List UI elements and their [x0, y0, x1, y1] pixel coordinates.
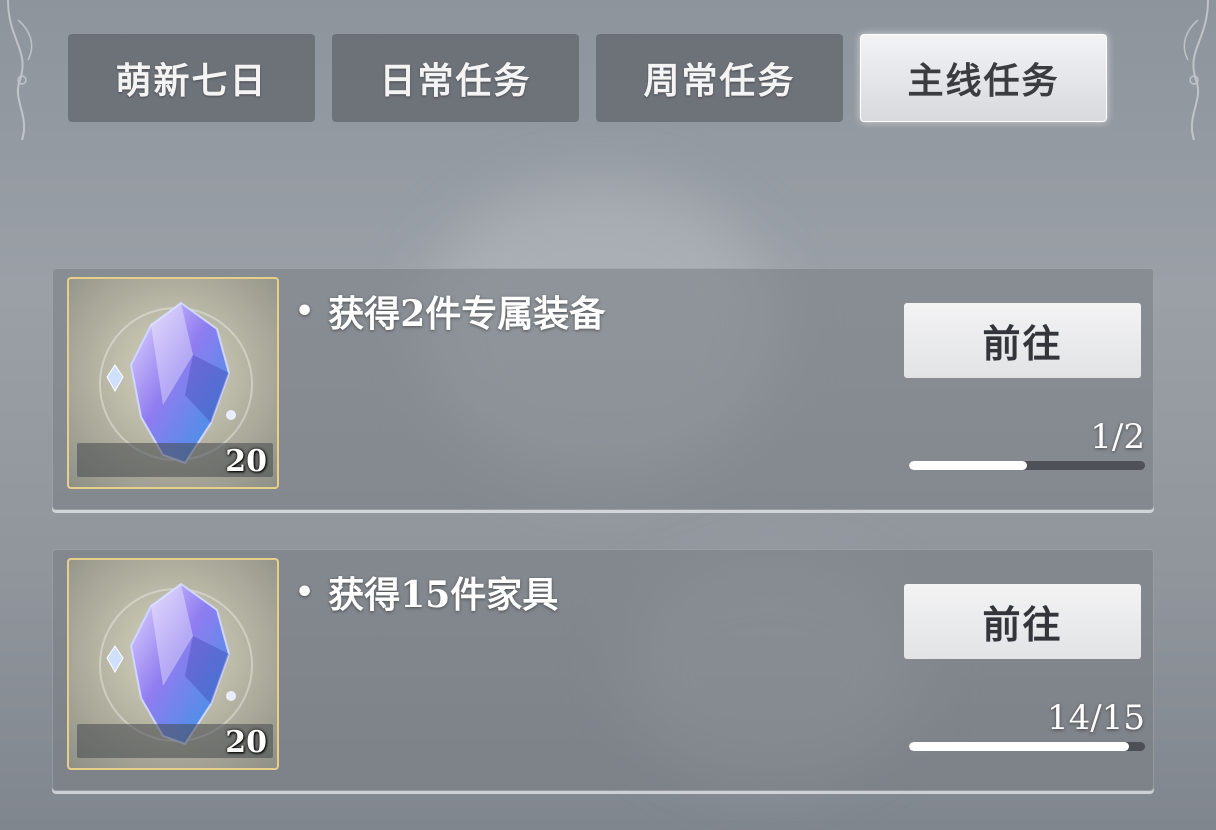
tab-weekly-tasks[interactable]: 周常任务 — [596, 34, 843, 122]
progress-fill — [909, 461, 1027, 470]
go-button[interactable]: 前往 — [904, 584, 1141, 659]
reward-count: 20 — [225, 444, 267, 479]
crystal-icon — [106, 301, 236, 465]
progress-bar — [909, 461, 1145, 470]
task-description-text: 获得15件家具 — [328, 574, 559, 616]
task-tabs: 萌新七日 日常任务 周常任务 主线任务 — [68, 34, 1107, 122]
go-button[interactable]: 前往 — [904, 303, 1141, 378]
reward-slot[interactable]: 20 — [67, 277, 279, 489]
progress-text: 14/15 — [1047, 698, 1145, 738]
progress-text: 1/2 — [1090, 417, 1145, 457]
bullet: • — [295, 574, 315, 610]
corner-ornament-icon — [1183, 0, 1209, 140]
bullet: • — [295, 293, 315, 329]
crystal-icon — [106, 582, 236, 746]
tab-main-tasks[interactable]: 主线任务 — [860, 34, 1107, 122]
progress-fill — [909, 742, 1130, 751]
reward-count: 20 — [225, 725, 267, 760]
task-description: • 获得2件专属装备 — [295, 285, 605, 337]
corner-ornament-icon — [7, 0, 33, 140]
reward-slot[interactable]: 20 — [67, 558, 279, 770]
progress-bar — [909, 742, 1145, 751]
tab-daily-tasks[interactable]: 日常任务 — [332, 34, 579, 122]
task-description: • 获得15件家具 — [295, 566, 558, 618]
task-item: 20 • 获得2件专属装备 前往 1/2 — [52, 268, 1154, 510]
task-description-text: 获得2件专属装备 — [328, 293, 606, 335]
tab-newbie-seven-days[interactable]: 萌新七日 — [68, 34, 315, 122]
task-item: 20 • 获得15件家具 前往 14/15 — [52, 549, 1154, 791]
